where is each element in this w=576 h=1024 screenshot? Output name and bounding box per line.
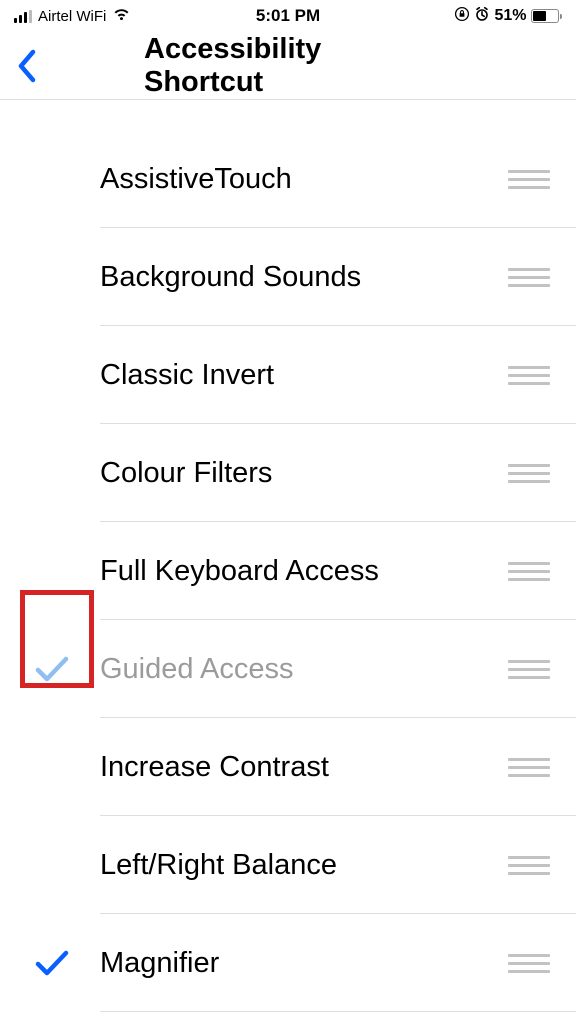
option-row[interactable]: AssistiveTouch [0,130,576,228]
option-label: Increase Contrast [100,751,506,784]
option-row[interactable]: Classic Invert [0,326,576,424]
option-row[interactable]: Guided Access [0,620,576,718]
battery-icon [531,9,563,23]
option-label: Background Sounds [100,261,506,294]
reorder-handle-icon[interactable] [506,654,552,685]
alarm-icon [474,6,490,27]
cellular-signal-icon [14,10,32,23]
reorder-handle-icon[interactable] [506,752,552,783]
checkmark-icon [24,948,80,978]
options-list: AssistiveTouch Background Sounds Classic I… [0,130,576,1012]
nav-bar: Accessibility Shortcut [0,32,576,100]
option-label: Guided Access [100,653,506,686]
option-label: AssistiveTouch [100,163,506,196]
reorder-handle-icon[interactable] [506,556,552,587]
reorder-handle-icon[interactable] [506,360,552,391]
status-bar: Airtel WiFi 5:01 PM 51% [0,0,576,32]
status-right: 51% [454,6,562,27]
page-title: Accessibility Shortcut [144,33,432,99]
reorder-handle-icon[interactable] [506,850,552,881]
status-left: Airtel WiFi [14,6,131,26]
status-time: 5:01 PM [256,6,320,26]
battery-percent: 51% [494,7,526,25]
option-label: Colour Filters [100,457,506,490]
option-row[interactable]: Left/Right Balance [0,816,576,914]
option-row[interactable]: Background Sounds [0,228,576,326]
wifi-icon [112,6,131,26]
reorder-handle-icon[interactable] [506,164,552,195]
option-label: Magnifier [100,947,506,980]
option-row[interactable]: Increase Contrast [0,718,576,816]
reorder-handle-icon[interactable] [506,458,552,489]
option-label: Classic Invert [100,359,506,392]
back-button[interactable] [10,43,44,89]
orientation-lock-icon [454,6,470,27]
option-row[interactable]: Full Keyboard Access [0,522,576,620]
option-row[interactable]: Magnifier [0,914,576,1012]
reorder-handle-icon[interactable] [506,948,552,979]
option-row[interactable]: Colour Filters [0,424,576,522]
option-label: Left/Right Balance [100,849,506,882]
checkmark-icon [24,654,80,684]
carrier-label: Airtel WiFi [38,8,106,25]
option-label: Full Keyboard Access [100,555,506,588]
reorder-handle-icon[interactable] [506,262,552,293]
